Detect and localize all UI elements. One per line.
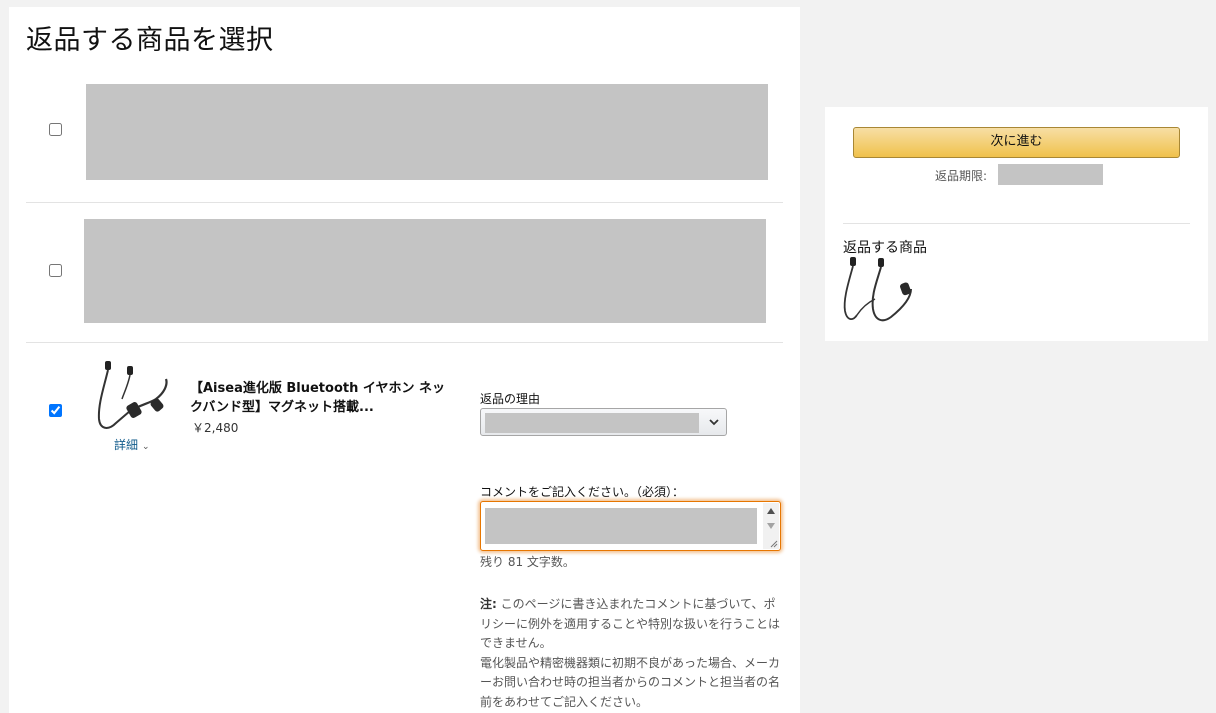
- earphones-product-image: [97, 361, 168, 429]
- comment-textarea[interactable]: [480, 501, 781, 551]
- details-label: 詳細: [114, 438, 139, 452]
- return-deadline-label: 返品期限:: [935, 169, 988, 183]
- policy-note: 注: このページに書き込まれたコメントに基づいて、ポリシーに例外を適用することや…: [480, 595, 785, 712]
- reason-dropdown[interactable]: [480, 408, 727, 436]
- divider: [843, 223, 1190, 224]
- details-link[interactable]: 詳細 ⌄: [114, 436, 150, 453]
- earphones-product-thumbnail: [843, 257, 912, 322]
- product-price: ￥2,480: [192, 421, 239, 435]
- chevron-down-icon: ⌄: [142, 442, 150, 452]
- redacted-item-2: [84, 219, 766, 323]
- comment-label: コメントをご記入ください。（必須）：: [480, 485, 685, 499]
- redacted-comment-value: [485, 508, 757, 544]
- return-items-heading: 返品する商品: [843, 240, 927, 256]
- redacted-reason-value: [485, 413, 699, 433]
- item-checkbox-3[interactable]: [49, 404, 62, 417]
- summary-panel: 次に進む 返品期限: 返品する商品: [825, 107, 1208, 341]
- resize-grip-icon[interactable]: [768, 538, 778, 548]
- note-text-2: 電化製品や精密機器類に初期不良があった場合、メーカーお問い合わせ時の担当者からの…: [480, 655, 781, 709]
- chevron-down-icon: [709, 419, 719, 426]
- reason-label: 返品の理由: [480, 392, 541, 406]
- page-title: 返品する商品を選択: [26, 25, 274, 56]
- scroll-down-arrow-icon[interactable]: [767, 523, 775, 529]
- redacted-item-1: [86, 84, 768, 180]
- note-prefix: 注:: [480, 597, 497, 611]
- scroll-up-arrow-icon[interactable]: [767, 508, 775, 514]
- chars-remaining: 残り 81 文字数。: [480, 555, 575, 569]
- note-text: このページに書き込まれたコメントに基づいて、ポリシーに例外を適用することや特別な…: [480, 597, 781, 650]
- divider: [26, 342, 783, 343]
- item-checkbox-1[interactable]: [49, 123, 62, 136]
- redacted-deadline-value: [998, 164, 1103, 185]
- comment-scrollbar[interactable]: [763, 503, 779, 549]
- item-checkbox-2[interactable]: [49, 264, 62, 277]
- next-button[interactable]: 次に進む: [853, 127, 1180, 158]
- product-title[interactable]: 【Aisea進化版 Bluetooth イヤホン ネックバンド型】マグネット搭載…: [190, 379, 455, 417]
- divider: [26, 202, 783, 203]
- main-panel: 返品する商品を選択 詳細 ⌄ 【Aisea進化版 Bluetooth イヤホン ネ…: [9, 7, 800, 713]
